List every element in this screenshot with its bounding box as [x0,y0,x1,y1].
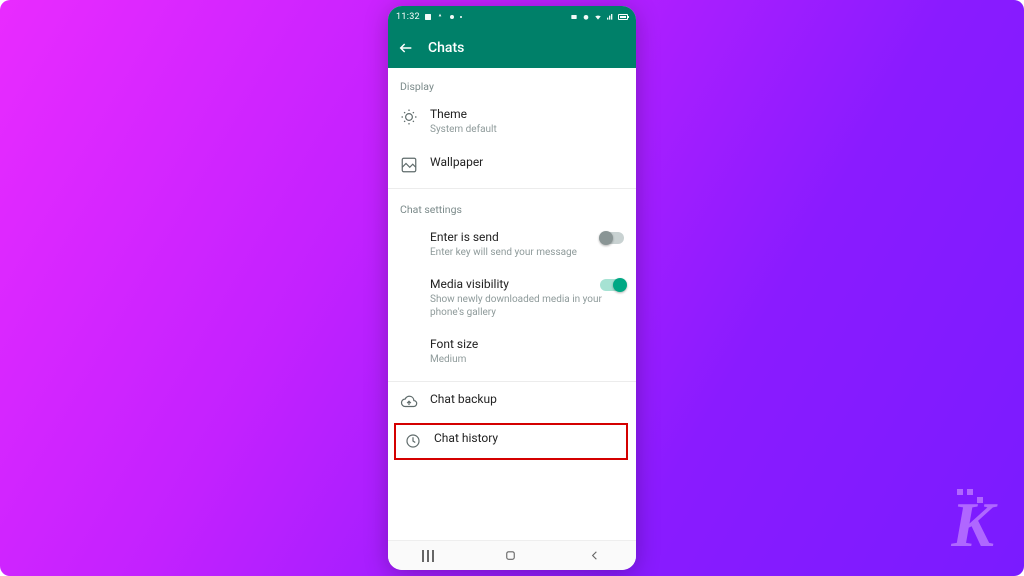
android-nav-bar [388,540,636,570]
page-title: Chats [428,40,464,56]
toggle-media-visibility[interactable] [600,279,624,291]
status-icon [448,13,456,21]
row-title: Chat history [434,431,616,446]
wifi-icon [594,13,602,21]
status-icon [436,13,444,21]
status-icon [424,13,432,21]
chevron-left-icon [587,548,602,563]
home-icon [503,548,518,563]
app-bar: Chats [388,28,636,68]
arrow-left-icon [398,40,414,56]
nav-recents-button[interactable] [422,550,434,562]
toggle-enter-is-send[interactable] [600,232,624,244]
section-header-display: Display [388,68,636,99]
section-header-chat-settings: Chat settings [388,191,636,222]
row-theme[interactable]: Theme System default [388,99,636,147]
row-title: Media visibility [430,277,624,292]
phone-frame: 11:32 Chats [388,6,636,570]
battery-icon [618,14,628,20]
row-chat-backup[interactable]: Chat backup [388,384,636,421]
row-media-visibility[interactable]: Media visibility Show newly downloaded m… [388,269,636,329]
toggle-knob [599,231,613,245]
row-title: Wallpaper [430,155,624,170]
row-title: Enter is send [430,230,624,245]
toggle-knob [613,278,627,292]
row-subtitle: Enter key will send your message [430,247,624,260]
stage: 11:32 Chats [0,0,1024,576]
status-bar: 11:32 [388,6,636,28]
wallpaper-icon [400,156,418,174]
row-font-size[interactable]: Font size Medium [388,329,636,377]
row-subtitle: System default [430,124,624,137]
divider [388,188,636,189]
divider [388,381,636,382]
row-title: Font size [430,337,624,352]
signal-icon [606,13,614,21]
cloud-upload-icon [400,393,418,411]
status-more-icon [460,16,462,18]
row-enter-is-send[interactable]: Enter is send Enter key will send your m… [388,222,636,270]
settings-list[interactable]: Display Theme System default [388,68,636,540]
row-wallpaper[interactable]: Wallpaper [388,147,636,184]
row-title: Chat backup [430,392,624,407]
nav-home-button[interactable] [503,548,518,563]
row-subtitle: Medium [430,354,624,367]
alarm-icon [582,13,590,21]
back-button[interactable] [398,40,414,56]
row-subtitle: Show newly downloaded media in your phon… [430,294,624,319]
history-icon [404,432,422,450]
brightness-icon [400,108,418,126]
status-time: 11:32 [396,12,420,22]
status-icon [570,13,578,21]
watermark-logo: K [951,489,994,550]
row-title: Theme [430,107,624,122]
row-chat-history[interactable]: Chat history [394,423,628,460]
nav-back-button[interactable] [587,548,602,563]
